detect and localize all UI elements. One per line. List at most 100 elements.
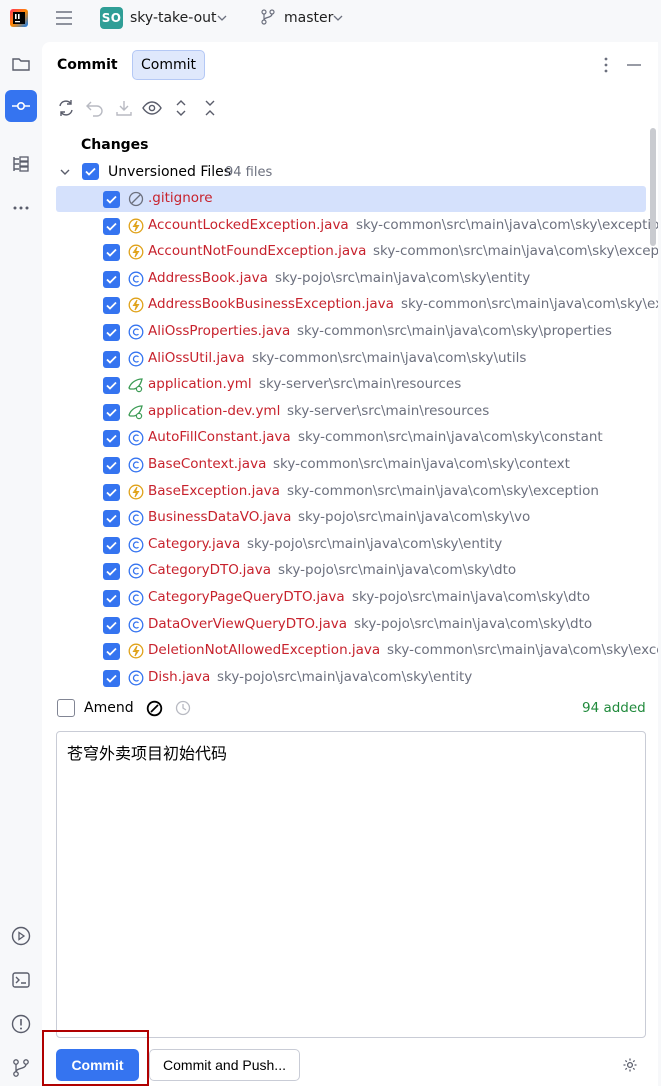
file-row[interactable]: AccountLockedException.java sky-common\sr… (56, 213, 658, 239)
project-badge[interactable]: SO (100, 7, 123, 29)
chevron-down-icon[interactable] (60, 167, 70, 177)
file-name: Dish.java (148, 668, 211, 685)
file-name: AccountLockedException.java (148, 216, 349, 233)
intellij-logo-icon[interactable] (10, 9, 28, 27)
collapse-all-icon[interactable] (200, 98, 220, 118)
problems-tool-button[interactable] (5, 1008, 37, 1040)
file-checkbox[interactable] (103, 244, 120, 262)
project-tool-button[interactable] (5, 48, 37, 80)
branch-icon (261, 9, 275, 25)
file-row[interactable]: DeletionNotAllowedException.java sky-comm… (56, 638, 658, 664)
file-row[interactable]: AccountNotFoundException.java sky-common\… (56, 239, 658, 265)
file-checkbox[interactable] (103, 403, 120, 421)
file-path: sky-server\src\main\resources (259, 376, 462, 393)
refresh-icon[interactable] (56, 98, 76, 118)
file-checkbox[interactable] (103, 191, 120, 208)
unversioned-group-row[interactable]: Unversioned Files 94 files (42, 160, 658, 184)
file-row[interactable]: AddressBook.java sky-pojo\src\main\java\c… (56, 266, 646, 292)
class-icon (128, 324, 144, 340)
file-row[interactable]: application.yml sky-server\src\main\resou… (56, 372, 646, 398)
class-icon (128, 457, 144, 473)
file-row[interactable]: DataOverViewQueryDTO.java sky-pojo\src\ma… (56, 612, 646, 638)
file-row[interactable]: AutoFillConstant.java sky-common\src\main… (56, 425, 646, 451)
tool-window-strip (0, 42, 42, 1086)
main-menu-icon[interactable] (54, 8, 74, 28)
file-checkbox[interactable] (103, 483, 120, 501)
commit-icon (12, 102, 30, 111)
yaml-icon (128, 405, 143, 419)
tab-commit[interactable]: Commit (132, 50, 205, 80)
file-path: sky-common\src\main\java\com\sky\excepti… (356, 216, 658, 233)
file-row[interactable]: AliOssUtil.java sky-common\src\main\java\… (56, 346, 646, 372)
more-tools-button[interactable] (5, 192, 37, 224)
structure-tool-button[interactable] (5, 148, 37, 180)
exception-icon (128, 484, 144, 500)
file-checkbox[interactable] (103, 590, 120, 607)
file-name: AddressBook.java (148, 269, 268, 286)
commit-author-icon[interactable] (146, 700, 163, 717)
file-row[interactable]: BaseException.java sky-common\src\main\ja… (56, 479, 646, 505)
run-tool-button[interactable] (5, 920, 37, 952)
file-row[interactable]: BusinessDataVO.java sky-pojo\src\main\jav… (56, 505, 646, 531)
file-row[interactable]: .gitignore (56, 186, 646, 212)
file-row[interactable]: application-dev.yml sky-server\src\main\r… (56, 399, 646, 425)
file-name: BaseContext.java (148, 456, 267, 472)
file-path: sky-common\src\main\java\com\sky\constan… (298, 429, 603, 446)
file-path: sky-pojo\src\main\java\com\sky\dto (354, 615, 593, 632)
file-checkbox[interactable] (103, 643, 120, 661)
file-checkbox[interactable] (103, 350, 120, 368)
file-name: application.yml (148, 376, 252, 393)
file-name: .gitignore (148, 190, 213, 206)
amend-checkbox[interactable] (57, 699, 75, 717)
shelve-icon[interactable] (114, 98, 134, 118)
file-checkbox[interactable] (103, 324, 120, 341)
file-name: CategoryPageQueryDTO.java (148, 589, 345, 605)
chevron-down-icon[interactable] (217, 13, 227, 23)
options-kebab-icon[interactable] (598, 56, 614, 74)
changes-tree[interactable]: Changes Unversioned Files 94 files .giti… (42, 128, 658, 690)
file-checkbox[interactable] (103, 616, 120, 634)
file-row[interactable]: Category.java sky-pojo\src\main\java\com\… (56, 532, 646, 558)
file-checkbox[interactable] (103, 669, 120, 687)
file-row[interactable]: CategoryDTO.java sky-pojo\src\main\java\c… (56, 558, 646, 584)
expand-all-icon[interactable] (171, 98, 191, 118)
file-checkbox[interactable] (103, 430, 120, 448)
file-checkbox[interactable] (103, 536, 120, 554)
terminal-tool-button[interactable] (5, 964, 37, 996)
file-row[interactable]: BaseContext.java sky-common\src\main\java… (56, 452, 646, 478)
file-name: BusinessDataVO.java (148, 509, 292, 526)
panel-title: Commit (57, 57, 118, 73)
commit-message-input[interactable]: 苍穹外卖项目初始代码 (56, 731, 646, 1038)
structure-icon (13, 156, 29, 172)
file-checkbox[interactable] (103, 563, 120, 581)
minimize-icon[interactable] (626, 56, 642, 74)
file-name: DataOverViewQueryDTO.java (148, 615, 348, 632)
chevron-down-icon[interactable] (333, 13, 343, 23)
git-tool-button[interactable] (5, 1052, 37, 1084)
vertical-scrollbar[interactable] (650, 128, 656, 246)
file-checkbox[interactable] (103, 217, 120, 235)
file-row[interactable]: AliOssProperties.java sky-common\src\main… (56, 319, 646, 345)
eye-icon[interactable] (142, 98, 162, 118)
file-checkbox[interactable] (103, 297, 120, 315)
group-checkbox[interactable] (82, 163, 99, 180)
file-row[interactable]: CategoryPageQueryDTO.java sky-pojo\src\ma… (56, 585, 646, 611)
file-checkbox[interactable] (103, 377, 120, 395)
project-name[interactable]: sky-take-out (130, 10, 217, 26)
commit-and-push-button[interactable]: Commit and Push... (149, 1049, 300, 1081)
clock-icon[interactable] (175, 700, 191, 716)
file-path: sky-pojo\src\main\java\com\sky\dto (352, 589, 591, 605)
file-path: sky-pojo\src\main\java\com\sky\dto (278, 562, 517, 579)
commit-tool-button[interactable] (5, 90, 37, 122)
file-name: AutoFillConstant.java (148, 429, 291, 446)
added-count: 94 added (582, 700, 646, 716)
file-row[interactable]: Dish.java sky-pojo\src\main\java\com\sky\… (56, 665, 646, 690)
rollback-icon[interactable] (85, 98, 105, 118)
gear-icon[interactable] (622, 1057, 638, 1073)
file-checkbox[interactable] (103, 270, 120, 288)
file-row[interactable]: AddressBookBusinessException.java sky-com… (56, 292, 658, 318)
file-name: application-dev.yml (148, 402, 281, 419)
file-checkbox[interactable] (103, 457, 120, 474)
file-checkbox[interactable] (103, 510, 120, 528)
branch-name[interactable]: master (284, 10, 333, 26)
